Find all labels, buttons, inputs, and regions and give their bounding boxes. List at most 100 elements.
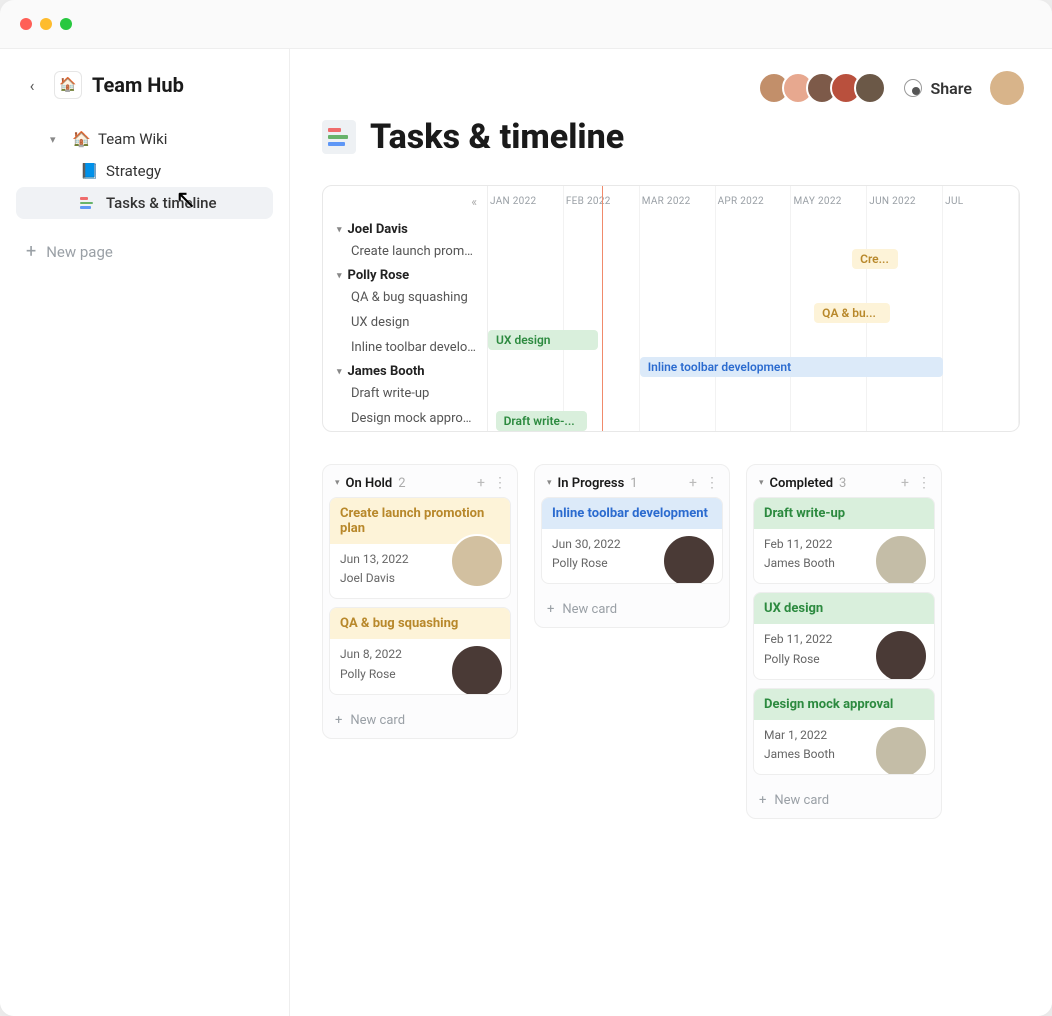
timeline-task-label[interactable]: Inline toolbar develop... xyxy=(323,335,487,360)
timeline-task-label[interactable]: UX design xyxy=(323,310,487,335)
timeline-bar[interactable]: QA & bu... xyxy=(814,303,890,323)
tree-item-team-wiki[interactable]: ▾ 🏠 Team Wiki xyxy=(16,123,273,155)
new-card-button[interactable]: +New card xyxy=(323,703,517,738)
page-title-text: Tasks & timeline xyxy=(370,117,624,157)
tree-label: Strategy xyxy=(106,162,161,180)
doc-icon: 📘 xyxy=(80,162,98,180)
board-count: 2 xyxy=(398,476,405,491)
kanban-card[interactable]: QA & bug squashingJun 8, 2022Polly Rose xyxy=(329,607,511,694)
assignee-avatar xyxy=(874,629,928,679)
kanban-card[interactable]: UX designFeb 11, 2022Polly Rose xyxy=(753,592,935,679)
tree-item-tasks-timeline[interactable]: Tasks & timeline xyxy=(16,187,273,219)
add-card-button[interactable]: + xyxy=(901,475,909,491)
assignee-avatar xyxy=(450,534,504,588)
page-title: Tasks & timeline xyxy=(322,117,1020,157)
gantt-icon xyxy=(322,120,356,154)
add-card-button[interactable]: + xyxy=(477,475,485,491)
tree-label: Tasks & timeline xyxy=(106,194,217,212)
current-user-avatar[interactable] xyxy=(990,71,1024,105)
timeline-group[interactable]: ▾ Joel Davis xyxy=(323,218,487,239)
new-card-label: New card xyxy=(562,602,617,617)
avatar[interactable] xyxy=(854,72,886,104)
plus-icon: + xyxy=(26,243,36,261)
top-bar: Share xyxy=(758,71,1024,105)
board-name: On Hold xyxy=(346,476,393,491)
board-menu-button[interactable]: ⋮ xyxy=(917,475,931,491)
main-content: Share Tasks & timeline « ▾ Joel Davis Crea… xyxy=(290,49,1052,1016)
board-count: 1 xyxy=(630,476,637,491)
card-title: UX design xyxy=(754,593,934,624)
board-header: ▾Completed3+⋮ xyxy=(747,465,941,497)
back-button[interactable]: ‹ xyxy=(20,73,44,97)
workspace-title: Team Hub xyxy=(92,73,184,97)
board-menu-button[interactable]: ⋮ xyxy=(705,475,719,491)
timeline-bar[interactable]: Draft write-... xyxy=(496,411,587,431)
timeline-bar[interactable]: UX design xyxy=(488,330,598,350)
assignee-avatar xyxy=(450,644,504,694)
board-menu-button[interactable]: ⋮ xyxy=(493,475,507,491)
new-card-button[interactable]: + New card xyxy=(747,783,941,818)
chevron-down-icon[interactable]: ▾ xyxy=(335,478,340,488)
share-button[interactable]: Share xyxy=(904,79,972,98)
assignee-avatar xyxy=(874,725,928,775)
assignee-avatar xyxy=(874,534,928,584)
kanban-card[interactable]: Draft write-upFeb 11, 2022James Booth xyxy=(753,497,935,584)
home-icon: 🏠 xyxy=(72,130,90,148)
timeline-bar[interactable]: Inline toolbar development xyxy=(640,357,943,377)
plus-icon: + xyxy=(547,602,554,617)
kanban-card[interactable]: Design mock approvalMar 1, 2022James Boo… xyxy=(753,688,935,775)
collapse-icon[interactable]: « xyxy=(471,195,477,209)
kanban-card[interactable]: Inline toolbar developmentJun 30, 2022Po… xyxy=(541,497,723,584)
new-page-button[interactable]: + New page xyxy=(16,233,273,271)
plus-icon: + xyxy=(759,793,766,808)
chevron-down-icon: ▾ xyxy=(50,133,64,146)
timeline-task-label[interactable]: Draft write-up xyxy=(323,381,487,406)
share-label: Share xyxy=(930,79,972,98)
kanban-boards: ▾ On Hold 2 + ⋮ Create launch promotion planJ… xyxy=(322,464,1020,819)
timeline-bar[interactable]: Cre... xyxy=(852,249,898,269)
new-card-label: New card xyxy=(774,793,829,808)
timeline-widget: « ▾ Joel Davis Create launch promot... ▾ Pol… xyxy=(322,185,1020,432)
chevron-down-icon[interactable]: ▾ xyxy=(337,367,342,377)
sidebar-header: ‹ 🏠 Team Hub xyxy=(16,65,273,105)
globe-icon xyxy=(904,79,922,97)
window-minimize-icon[interactable] xyxy=(40,18,52,30)
board-name: In Progress xyxy=(558,476,625,491)
tree-item-strategy[interactable]: 📘 Strategy xyxy=(16,155,273,187)
collaborator-avatars[interactable] xyxy=(758,72,886,104)
timeline-task-label[interactable]: Design mock approval xyxy=(323,406,487,431)
timeline-chart[interactable]: JAN 2022FEB 2022MAR 2022APR 2022MAY 2022… xyxy=(488,186,1019,431)
chevron-down-icon[interactable]: ▾ xyxy=(337,225,342,235)
month-label: JAN 2022 xyxy=(488,186,564,218)
add-card-button[interactable]: + xyxy=(689,475,697,491)
group-name: Polly Rose xyxy=(348,268,410,283)
timeline-task-label[interactable]: QA & bug squashing xyxy=(323,285,487,310)
month-label: APR 2022 xyxy=(716,186,792,218)
board-header: ▾ On Hold 2 + ⋮ xyxy=(323,465,517,497)
tree-label: Team Wiki xyxy=(98,130,167,148)
window-zoom-icon[interactable] xyxy=(60,18,72,30)
board-column: ▾ In Progress 1 + ⋮ Inline toolbar developmen… xyxy=(534,464,730,628)
board-column: ▾Completed3+⋮Draft write-upFeb 11, 2022J… xyxy=(746,464,942,819)
group-name: James Booth xyxy=(348,364,425,379)
group-name: Joel Davis xyxy=(348,222,408,237)
card-title: QA & bug squashing xyxy=(330,608,510,639)
new-card-button[interactable]: + New card xyxy=(535,592,729,627)
month-label: MAY 2022 xyxy=(791,186,867,218)
chevron-down-icon[interactable]: ▾ xyxy=(759,478,764,488)
timeline-group[interactable]: ▾ James Booth xyxy=(323,360,487,381)
board-header: ▾ In Progress 1 + ⋮ xyxy=(535,465,729,497)
timeline-group[interactable]: ▾ Polly Rose xyxy=(323,264,487,285)
chevron-down-icon[interactable]: ▾ xyxy=(547,478,552,488)
kanban-card[interactable]: Create launch promotion planJun 13, 2022… xyxy=(329,497,511,599)
chevron-down-icon[interactable]: ▾ xyxy=(337,271,342,281)
new-page-label: New page xyxy=(46,243,113,261)
month-label: JUL xyxy=(943,186,1019,218)
workspace-icon: 🏠 xyxy=(54,71,82,99)
window-close-icon[interactable] xyxy=(20,18,32,30)
card-title: Inline toolbar development xyxy=(542,498,722,529)
month-label: JUN 2022 xyxy=(867,186,943,218)
board-count: 3 xyxy=(839,476,846,491)
timeline-task-label[interactable]: Create launch promot... xyxy=(323,239,487,264)
today-line xyxy=(602,186,603,431)
